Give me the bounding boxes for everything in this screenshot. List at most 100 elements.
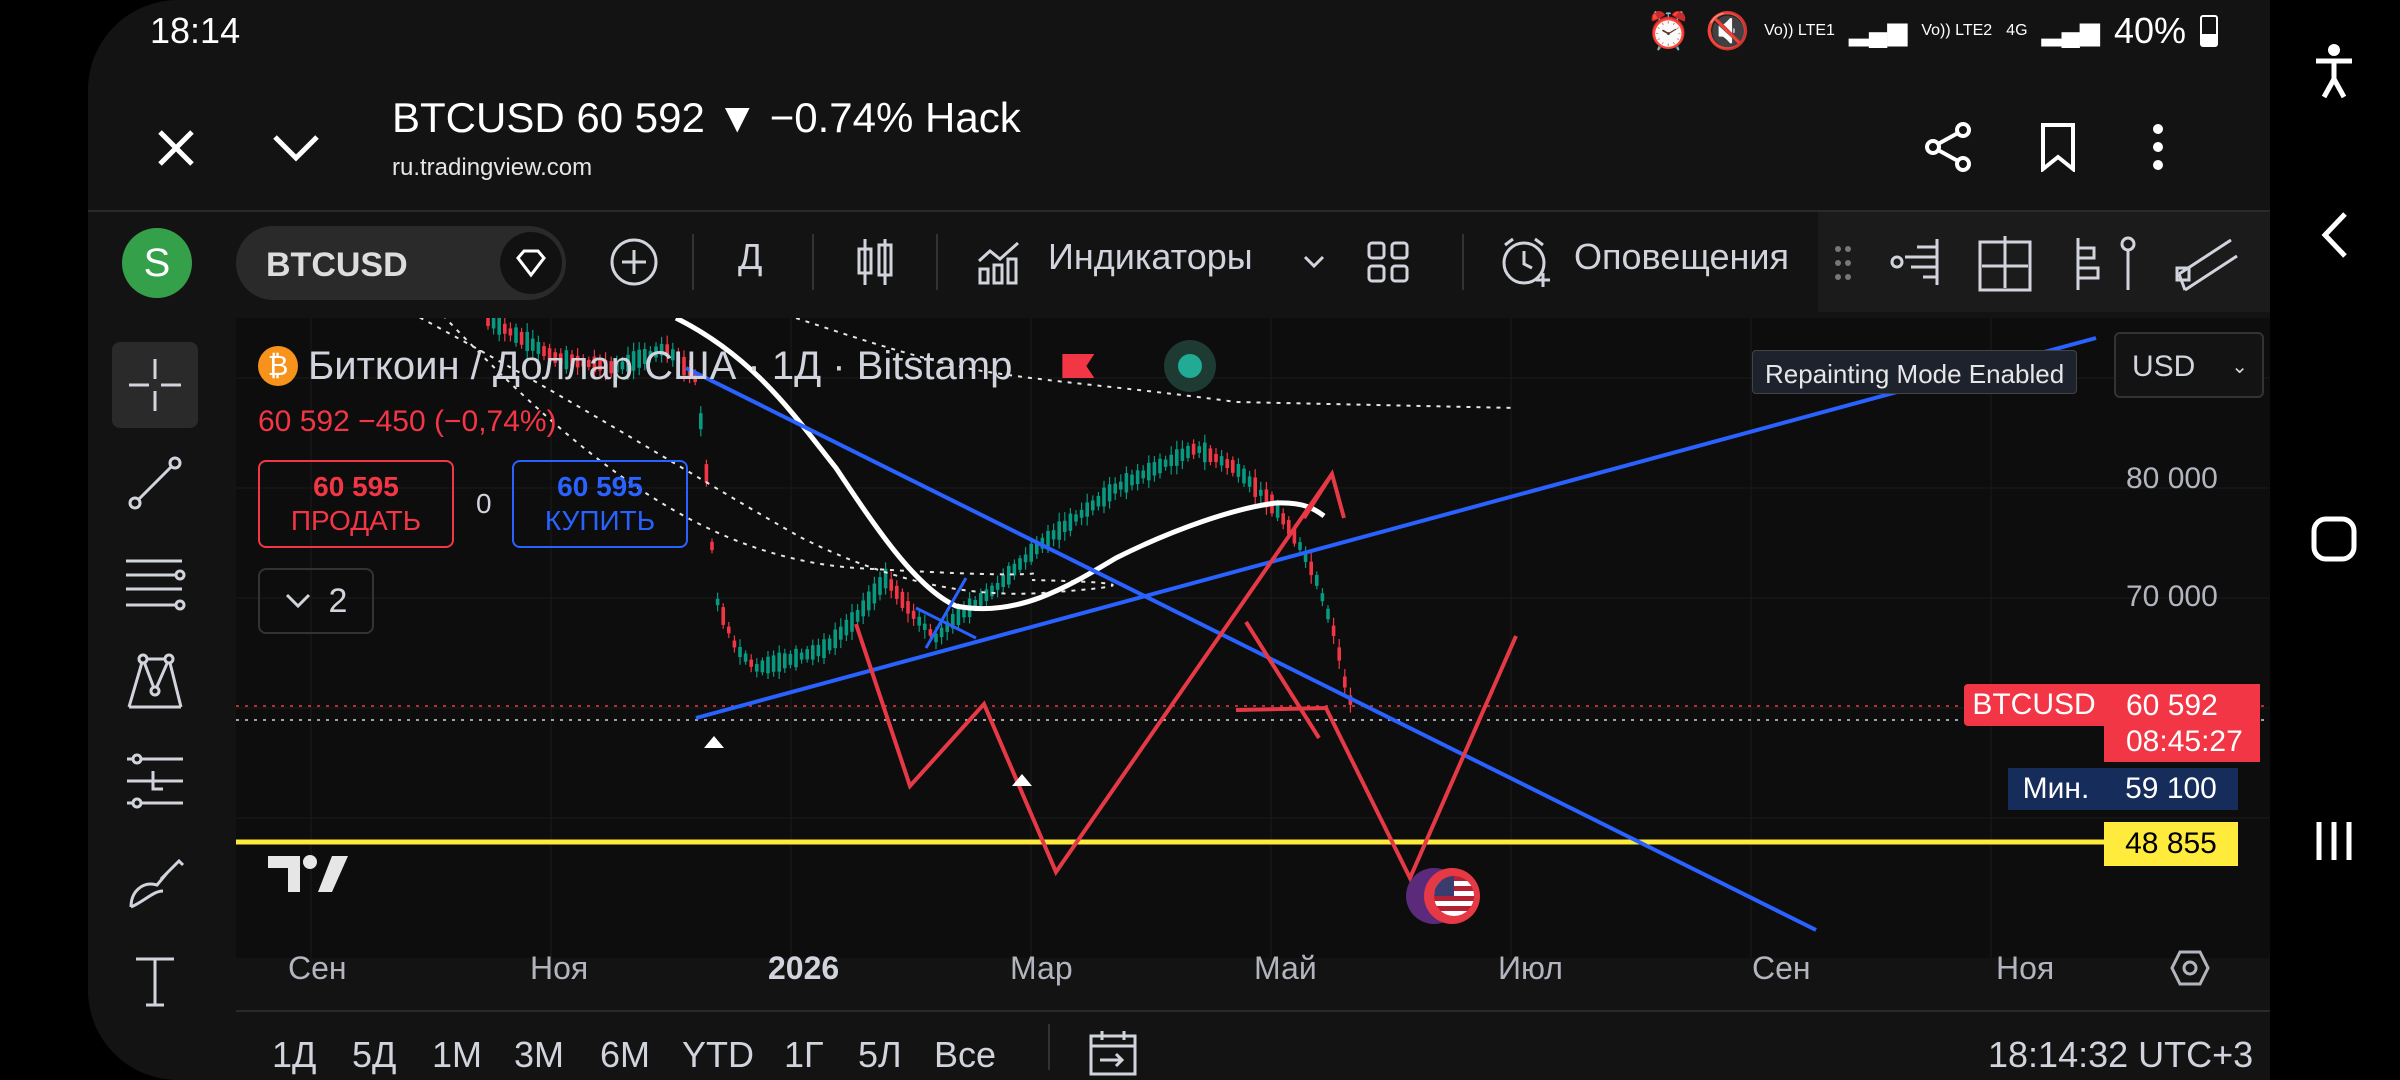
interval-button[interactable]: Д [738,236,762,278]
bookmark-icon[interactable] [2018,102,2098,192]
candle-body [1309,561,1313,576]
pattern-icon[interactable] [112,640,198,726]
candle-body [805,649,809,660]
network-label: 4G [2006,22,2028,39]
candle-body [486,312,490,327]
candle-body [1113,483,1117,494]
candle-body [878,577,882,595]
projection-drawing-path [854,472,1334,877]
drawing-toolbar [1818,212,2270,312]
range-1y[interactable]: 1Г [784,1034,824,1076]
chart-settings-icon[interactable] [2170,948,2210,993]
candle-body [727,626,731,634]
candle-body [710,541,714,551]
range-all[interactable]: Все [934,1034,996,1076]
candle-body [956,607,961,626]
candle-body [939,627,944,638]
market-status-icon[interactable] [1164,340,1217,392]
candle-body [995,582,1000,590]
go-to-date-icon[interactable] [1088,1028,1138,1080]
flag-icon[interactable] [1062,354,1095,378]
range-5y[interactable]: 5Л [858,1034,902,1076]
parallel-channel-icon[interactable] [2172,232,2244,296]
us-economic-event-icon[interactable] [1406,868,1482,924]
volume-profile-icon[interactable] [1884,232,1944,292]
sell-button[interactable]: 60 595 ПРОДАТЬ [258,460,454,548]
tradingview-logo[interactable] [266,852,350,901]
more-vertical-icon[interactable] [2128,102,2188,192]
legend-price-change: 60 592 −450 (−0,74%) [258,405,557,438]
range-1d[interactable]: 1Д [272,1034,316,1076]
candle-body [917,616,921,626]
range-5d[interactable]: 5Д [352,1034,396,1076]
range-3m[interactable]: 3М [514,1034,564,1076]
candle-body [1130,474,1134,486]
candle-body [1169,454,1173,467]
currency-select[interactable]: USD ⌄ [2114,332,2264,398]
candle-body [1236,463,1241,477]
indicators-button[interactable]: Индикаторы [1048,236,1253,278]
alarm-add-icon[interactable] [1496,232,1556,292]
recents-icon[interactable] [2304,806,2364,876]
chart-legend-title[interactable]: ₿ Биткоин / Доллар США · 1Д · Bitstamp [258,340,1217,392]
measure-icon[interactable] [1974,232,2038,296]
candle-body [788,653,793,665]
alerts-button[interactable]: Оповещения [1574,236,1789,278]
share-icon[interactable] [1908,102,1988,192]
candle-body [1074,514,1078,522]
time-axis-label: Сен [1752,950,1811,986]
back-icon[interactable] [2304,200,2364,270]
text-icon[interactable] [112,938,198,1024]
candle-body [732,640,737,648]
separator [1462,234,1464,290]
avatar[interactable]: S [122,228,192,298]
range-ytd[interactable]: YTD [682,1034,754,1076]
page-title: BTCUSD 60 592 ▼ −0.74% Hack [392,94,1021,141]
candle-body [895,585,899,599]
crosshair-icon[interactable] [112,342,198,428]
buy-price: 60 595 [557,471,643,502]
candle-body [1315,574,1319,586]
chevron-down-icon[interactable] [256,108,336,188]
close-icon[interactable] [136,108,216,188]
collapse-indicators-button[interactable]: 2 [258,568,374,634]
chevron-down-icon: ⌄ [2231,356,2248,378]
candle-body [1320,593,1325,602]
candle-body [491,316,496,329]
clock-label[interactable]: 18:14:32 UTC+3 [1988,1034,2253,1076]
candle-body [783,653,787,669]
screen: 18:14 ⏰ 🔇 Vo)) LTE1 ▂▄▆ Vo)) LTE2 4G ▂▄▆… [88,0,2270,1080]
candle-body [1219,456,1224,466]
drag-handle-icon[interactable] [1828,238,1858,288]
candle-body [1208,448,1213,462]
candles-icon[interactable] [850,232,900,292]
candle-body [861,600,865,617]
home-icon[interactable] [2304,504,2364,574]
spread-value: 0 [476,488,492,519]
trend-line-icon[interactable] [112,440,198,526]
candle-body [704,464,709,483]
long-position-icon[interactable] [112,740,198,826]
candle-body [794,648,798,668]
candle-body [850,612,854,632]
candle-body [867,591,871,611]
range-6m[interactable]: 6М [600,1034,650,1076]
candle-body [721,607,725,625]
add-symbol-icon[interactable] [604,232,664,292]
diamond-icon[interactable] [500,232,562,294]
layout-icon[interactable] [1360,234,1416,290]
legend-title-text: Биткоин / Доллар США · 1Д · Bitstamp [308,343,1013,388]
range-1m[interactable]: 1М [432,1034,482,1076]
chevron-down-icon[interactable] [1294,242,1334,282]
indicators-icon[interactable] [974,232,1024,292]
candle-body [1029,543,1033,562]
fib-levels-icon[interactable] [112,540,198,626]
price-axis-label: 80 000 [2126,462,2218,495]
brush-icon[interactable] [112,840,198,926]
price-range-icon[interactable] [2070,232,2140,296]
time-axis-label: 2026 [768,950,840,986]
last-price-value: 60 592 [2126,689,2218,722]
symbol-search[interactable]: BTCUSD [236,226,566,300]
accessibility-icon[interactable] [2304,36,2364,106]
buy-button[interactable]: 60 595 КУПИТЬ [512,460,688,548]
